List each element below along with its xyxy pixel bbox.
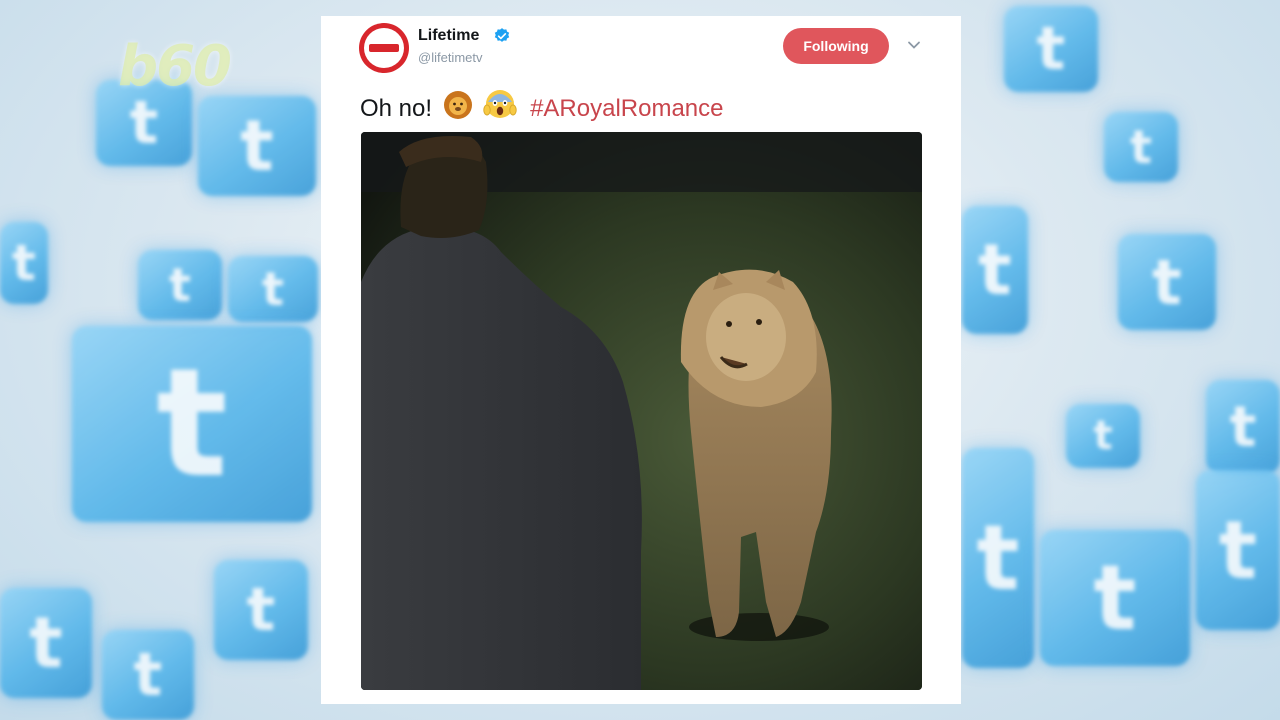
twitter-tile-icon: t bbox=[102, 630, 194, 720]
lifetime-logo-icon bbox=[364, 28, 404, 68]
twitter-tile-icon: t bbox=[1118, 234, 1216, 330]
tweet-card: Lifetime @lifetimetv Following Oh no! #A… bbox=[321, 16, 961, 704]
tweet-text: Oh no! #ARoyalRomance bbox=[360, 88, 724, 123]
twitter-tile-icon: t bbox=[1196, 470, 1280, 630]
author-handle[interactable]: @lifetimetv bbox=[418, 50, 483, 65]
twitter-tile-icon: t bbox=[1206, 380, 1280, 474]
chevron-down-icon[interactable] bbox=[905, 36, 923, 54]
channel-watermark-logo: b60 bbox=[118, 34, 232, 99]
twitter-tile-icon: t bbox=[198, 96, 316, 196]
verified-badge-icon bbox=[494, 28, 510, 42]
twitter-tile-icon: t bbox=[214, 560, 308, 660]
twitter-tile-icon: t bbox=[1104, 112, 1178, 182]
tweet-text-prefix: Oh no! bbox=[360, 95, 433, 122]
screaming-face-emoji-icon bbox=[483, 90, 518, 118]
twitter-tile-icon: t bbox=[0, 222, 48, 304]
avatar[interactable] bbox=[359, 23, 409, 73]
twitter-tile-icon: t bbox=[1004, 6, 1098, 92]
twitter-tile-icon: t bbox=[72, 326, 312, 522]
twitter-tile-icon: t bbox=[962, 206, 1028, 334]
tweet-photo[interactable] bbox=[361, 132, 922, 690]
hashtag-link[interactable]: #ARoyalRomance bbox=[530, 95, 723, 122]
twitter-tile-icon: t bbox=[228, 256, 318, 322]
twitter-tile-icon: t bbox=[138, 250, 222, 320]
twitter-tile-icon: t bbox=[1040, 530, 1190, 666]
author-name[interactable]: Lifetime bbox=[418, 27, 479, 45]
twitter-tile-icon: t bbox=[0, 588, 92, 698]
twitter-tile-icon: t bbox=[962, 448, 1034, 668]
lion-scene-image bbox=[361, 132, 922, 690]
twitter-tile-icon: t bbox=[1066, 404, 1140, 468]
lion-emoji-icon bbox=[443, 91, 472, 119]
following-button[interactable]: Following bbox=[783, 28, 889, 64]
